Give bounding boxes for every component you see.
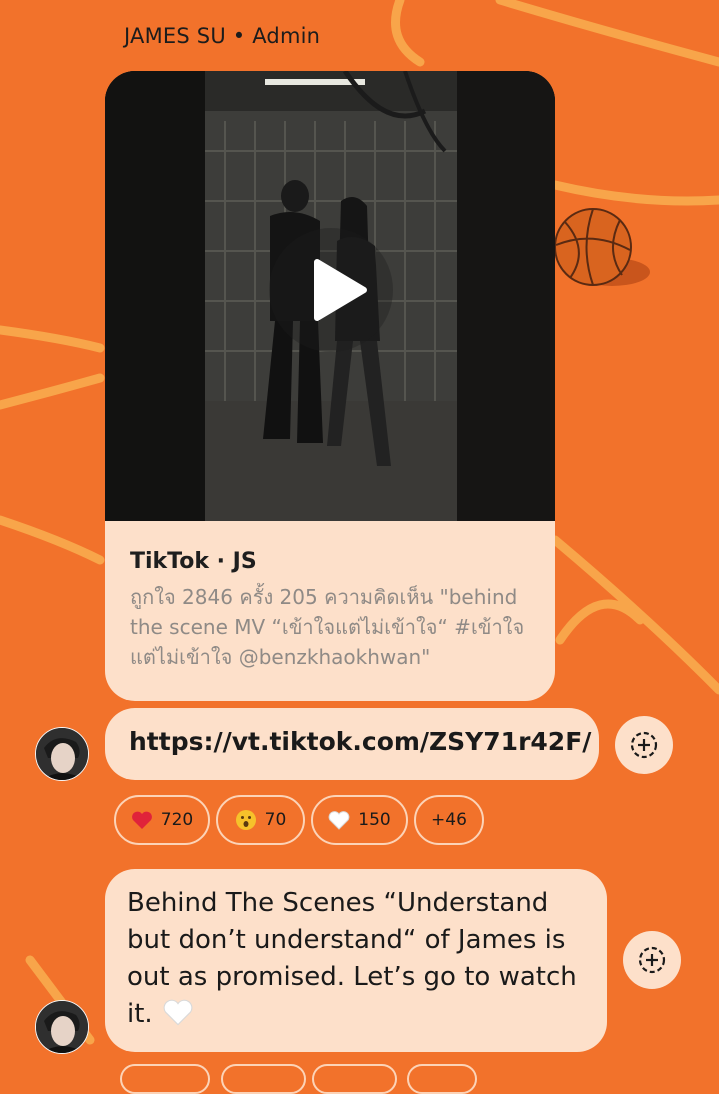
sender-header: JAMES SU • Admin (124, 24, 320, 48)
white-heart-icon (161, 999, 195, 1029)
link-preview-card[interactable]: TikTok · JS ถูกใจ 2846 ครั้ง 205 ความคิด… (105, 71, 555, 701)
sender-name[interactable]: JAMES SU (124, 24, 226, 48)
reaction-count: 150 (358, 810, 391, 830)
reaction-pill-partial[interactable] (312, 1064, 397, 1094)
surprised-face-icon (235, 809, 257, 831)
share-icon (638, 946, 666, 974)
reaction-pill-partial[interactable] (120, 1064, 210, 1094)
message-text: Behind The Scenes “Understand but don’t … (127, 885, 597, 1033)
avatar-image (36, 1001, 88, 1053)
sender-role: Admin (252, 24, 321, 48)
reaction-pill-partial[interactable] (221, 1064, 306, 1094)
reaction-count: 70 (264, 810, 287, 830)
card-info: TikTok · JS ถูกใจ 2846 ครั้ง 205 ความคิด… (130, 549, 540, 672)
share-button[interactable] (615, 716, 673, 774)
reaction-more[interactable]: +46 (414, 795, 484, 845)
share-button[interactable] (623, 931, 681, 989)
url-link[interactable]: https://vt.tiktok.com/ZSY71r42F/ (129, 727, 591, 756)
reaction-more-count: +46 (431, 810, 467, 830)
basketball-icon (554, 208, 650, 286)
share-icon (630, 731, 658, 759)
video-thumbnail[interactable] (105, 71, 555, 521)
reaction-heart[interactable]: 720 (114, 795, 210, 845)
reaction-white-heart[interactable]: 150 (311, 795, 408, 845)
avatar[interactable] (35, 727, 89, 781)
heart-red-icon (131, 810, 153, 830)
play-icon (314, 259, 367, 321)
link-message-bubble[interactable]: https://vt.tiktok.com/ZSY71r42F/ (105, 708, 599, 780)
avatar-image (36, 728, 88, 780)
play-button[interactable] (269, 228, 393, 352)
reaction-pill-partial[interactable] (407, 1064, 477, 1094)
text-message-bubble[interactable]: Behind The Scenes “Understand but don’t … (105, 869, 607, 1052)
card-description: ถูกใจ 2846 ครั้ง 205 ความคิดเห็น "behind… (130, 585, 525, 669)
reaction-count: 720 (160, 810, 194, 830)
card-title: TikTok · JS (130, 549, 257, 574)
separator: • (225, 24, 253, 48)
avatar[interactable] (35, 1000, 89, 1054)
heart-white-icon (328, 810, 350, 830)
reaction-surprised[interactable]: 70 (216, 795, 305, 845)
